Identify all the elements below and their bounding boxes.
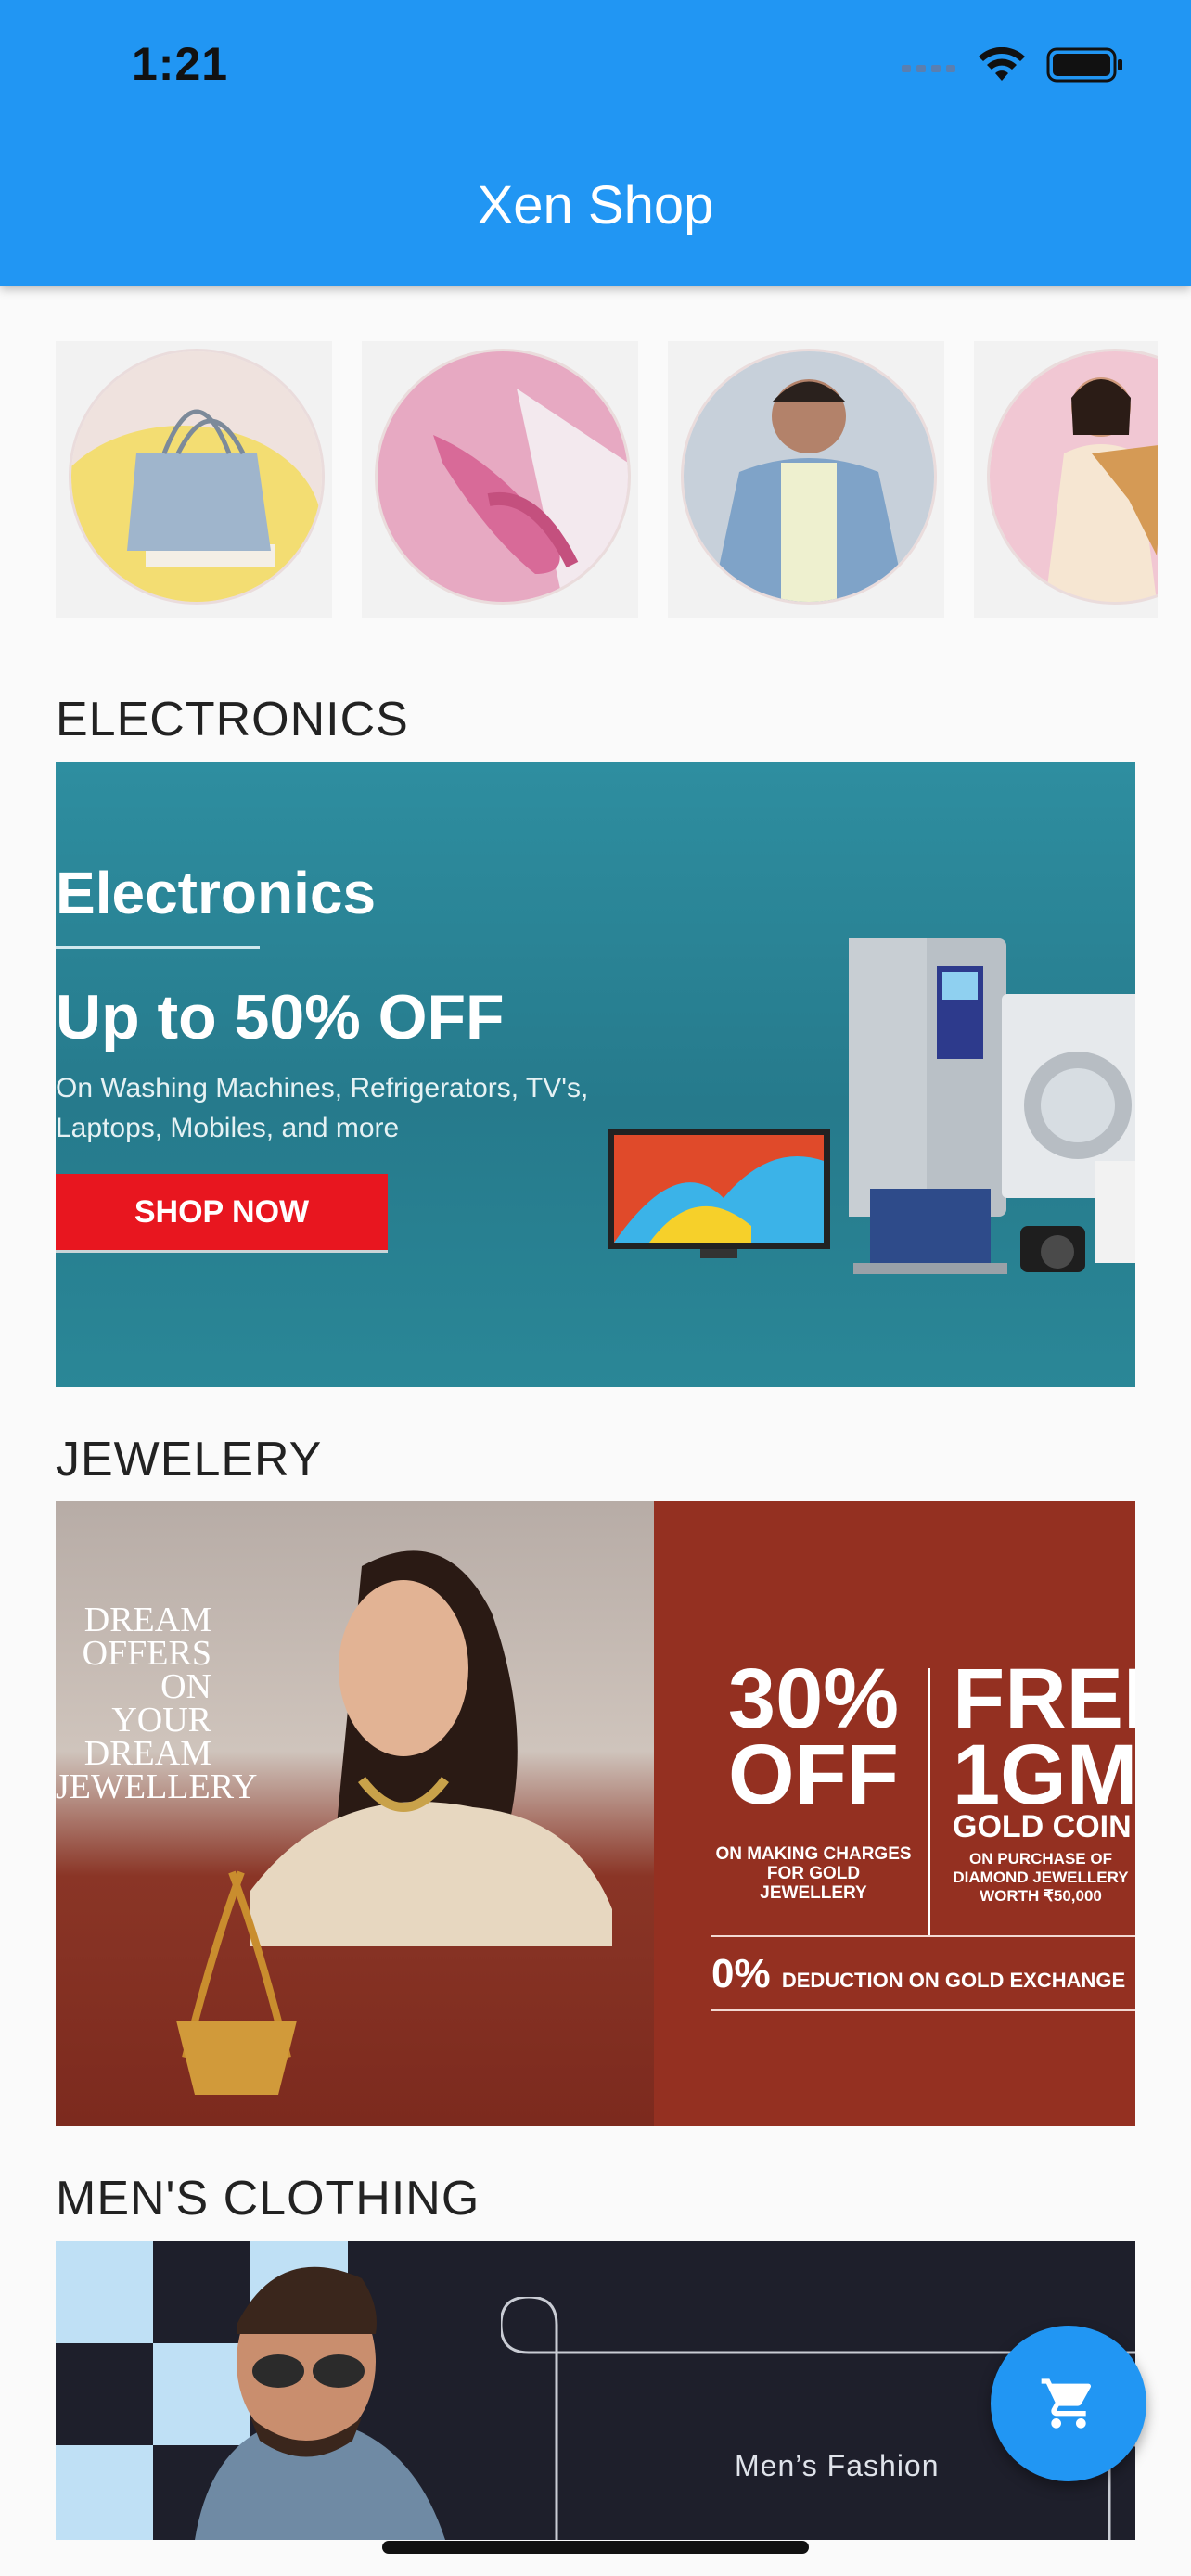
shop-now-button[interactable]: SHOP NOW <box>56 1174 388 1250</box>
jewelery-offer-panel: 30% OFF ON MAKING CHARGES FOR GOLD JEWEL… <box>654 1501 1135 2126</box>
story-image-ethnic-wear <box>987 349 1158 605</box>
gold-coin-text: GOLD COIN <box>953 1809 1132 1844</box>
free-gold-offer: FREE 1GM <box>953 1651 1135 1822</box>
story-item-handbag[interactable] <box>56 341 332 618</box>
cellular-signal-icon <box>902 65 955 72</box>
electronics-products-image <box>608 938 1135 1274</box>
dream-line2: OFFERS <box>82 1634 211 1673</box>
banner-divider <box>56 946 260 949</box>
story-item-denim-shirt[interactable] <box>668 341 944 618</box>
section-title-jewelery: JEWELERY <box>56 1433 323 1486</box>
mens-model-image <box>56 2241 445 2540</box>
story-item-sandals[interactable] <box>362 341 638 618</box>
dream-line3: ON YOUR <box>111 1667 211 1740</box>
section-title-electronics: ELECTRONICS <box>56 693 409 746</box>
free-gold-subtext: ON PURCHASE OF DIAMOND JEWELLERY WORTH ₹… <box>953 1850 1129 1905</box>
one-gram-text: 1GM <box>953 1728 1135 1822</box>
zero-deduction-text: DEDUCTION ON GOLD EXCHANGE <box>781 1969 1126 1992</box>
dream-line4: DREAM <box>83 1734 211 1773</box>
jewelery-banner[interactable]: DREAM OFFERS ON YOUR DREAM JEWELLERY 30%… <box>56 1501 1135 2126</box>
home-indicator[interactable] <box>382 2541 809 2554</box>
dream-line5: JEWELLERY <box>56 1767 258 1806</box>
dream-line1: DREAM <box>83 1600 211 1639</box>
story-item-ethnic-wear[interactable] <box>974 341 1158 618</box>
cart-icon <box>1041 2378 1092 2429</box>
app-title: Xen Shop <box>477 175 714 236</box>
jewelery-model-image: DREAM OFFERS ON YOUR DREAM JEWELLERY <box>56 1501 654 2126</box>
making-charges-offer: 30% OFF <box>711 1651 916 1822</box>
offer-rule-top <box>711 1935 1135 1937</box>
free-text: FREE <box>953 1651 1135 1746</box>
offer-rule-bottom <box>711 2009 1135 2011</box>
story-image-denim-shirt <box>681 349 937 605</box>
story-image-handbag <box>69 349 325 605</box>
battery-icon <box>1046 47 1122 83</box>
mens-fashion-label: Men’s Fashion <box>735 2449 940 2482</box>
offer-off: OFF <box>728 1728 899 1822</box>
banner-heading: Electronics <box>56 860 377 926</box>
zero-percent: 0% <box>711 1951 771 1996</box>
status-time: 1:21 <box>132 38 229 90</box>
jewelery-dream-text: DREAM OFFERS ON YOUR DREAM JEWELLERY <box>56 1600 258 1806</box>
banner-offer: Up to 50% OFF <box>56 982 505 1052</box>
app-bar: 1:21 Xen Shop <box>0 0 1191 286</box>
electronics-banner[interactable]: Electronics Up to 50% OFF On Washing Mac… <box>56 762 1135 1387</box>
status-icons <box>902 46 1124 83</box>
section-title-mens-clothing: MEN'S CLOTHING <box>56 2172 480 2225</box>
mens-clothing-banner[interactable]: Men’s Fashion <box>56 2241 1135 2540</box>
gold-exchange-offer: 0% DEDUCTION ON GOLD EXCHANGE <box>711 1951 1125 1997</box>
making-charges-subtext: ON MAKING CHARGES FOR GOLD JEWELLERY <box>715 1844 912 1903</box>
cart-button[interactable] <box>991 2326 1146 2481</box>
wifi-icon <box>979 47 1025 81</box>
story-image-sandals <box>375 349 631 605</box>
offer-percent: 30% <box>727 1651 900 1746</box>
offer-divider <box>928 1668 930 1937</box>
